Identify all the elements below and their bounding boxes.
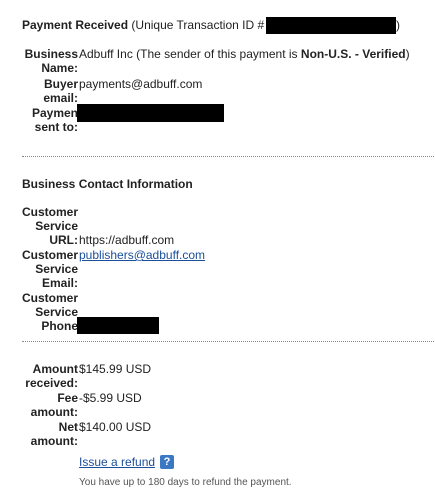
help-icon[interactable]: ? <box>160 455 174 469</box>
net-amount-label: Net <box>58 420 78 434</box>
buyer-email-value: payments@adbuff.com <box>79 77 203 91</box>
service-phone-label: Customer <box>21 291 78 305</box>
fee-amount-label-cont: amount: <box>30 405 78 419</box>
fee-amount-label: Fee <box>57 391 78 405</box>
service-phone-label-end: Phone <box>41 319 78 333</box>
buyer-email-label: Buyer <box>43 77 78 91</box>
amount-received-label-cont: received: <box>25 376 78 390</box>
service-url-label-end: URL: <box>49 233 78 247</box>
verified-status: Non-U.S. - Verified <box>300 47 406 61</box>
transaction-id-redacted <box>266 17 396 34</box>
payment-header: Payment Received (Unique Transaction ID … <box>22 18 264 32</box>
contact-section-heading: Business Contact Information <box>22 177 193 191</box>
service-email-label: Customer <box>21 248 78 262</box>
transaction-id-prefix: (Unique Transaction ID # <box>131 18 265 32</box>
service-url-label: Customer <box>21 205 78 219</box>
amount-received-value: $145.99 USD <box>79 362 152 376</box>
business-name-label-cont: Name: <box>41 61 78 75</box>
service-email-label-end: Email: <box>41 276 78 290</box>
service-phone-label-cont: Service <box>35 305 78 319</box>
section-divider <box>22 156 434 157</box>
service-email-label-cont: Service <box>35 262 78 276</box>
service-email-link[interactable]: publishers@adbuff.com <box>79 248 205 262</box>
buyer-email-label-cont: email: <box>43 91 78 105</box>
net-amount-label-cont: amount: <box>30 434 78 448</box>
payment-sent-to-label: Paymen <box>31 106 78 120</box>
business-name-value: Adbuff Inc (The sender of this payment i… <box>79 47 410 61</box>
service-url-value: https://adbuff.com <box>79 233 175 247</box>
amount-received-label: Amount <box>32 362 78 376</box>
business-name-label: Business <box>24 47 78 61</box>
payment-recipient-redacted <box>77 104 224 122</box>
payment-sent-to-label-cont: sent to: <box>34 120 78 134</box>
service-phone-redacted <box>77 317 159 334</box>
section-divider <box>22 341 434 342</box>
net-amount-value: $140.00 USD <box>79 420 152 434</box>
refund-note: You have up to 180 days to refund the pa… <box>79 477 292 488</box>
issue-refund-link[interactable]: Issue a refund <box>79 455 155 469</box>
page-title: Payment Received <box>22 18 129 32</box>
service-url-label-cont: Service <box>35 219 78 233</box>
transaction-id-suffix: ) <box>396 18 400 32</box>
fee-amount-value: -$5.99 USD <box>79 391 142 405</box>
